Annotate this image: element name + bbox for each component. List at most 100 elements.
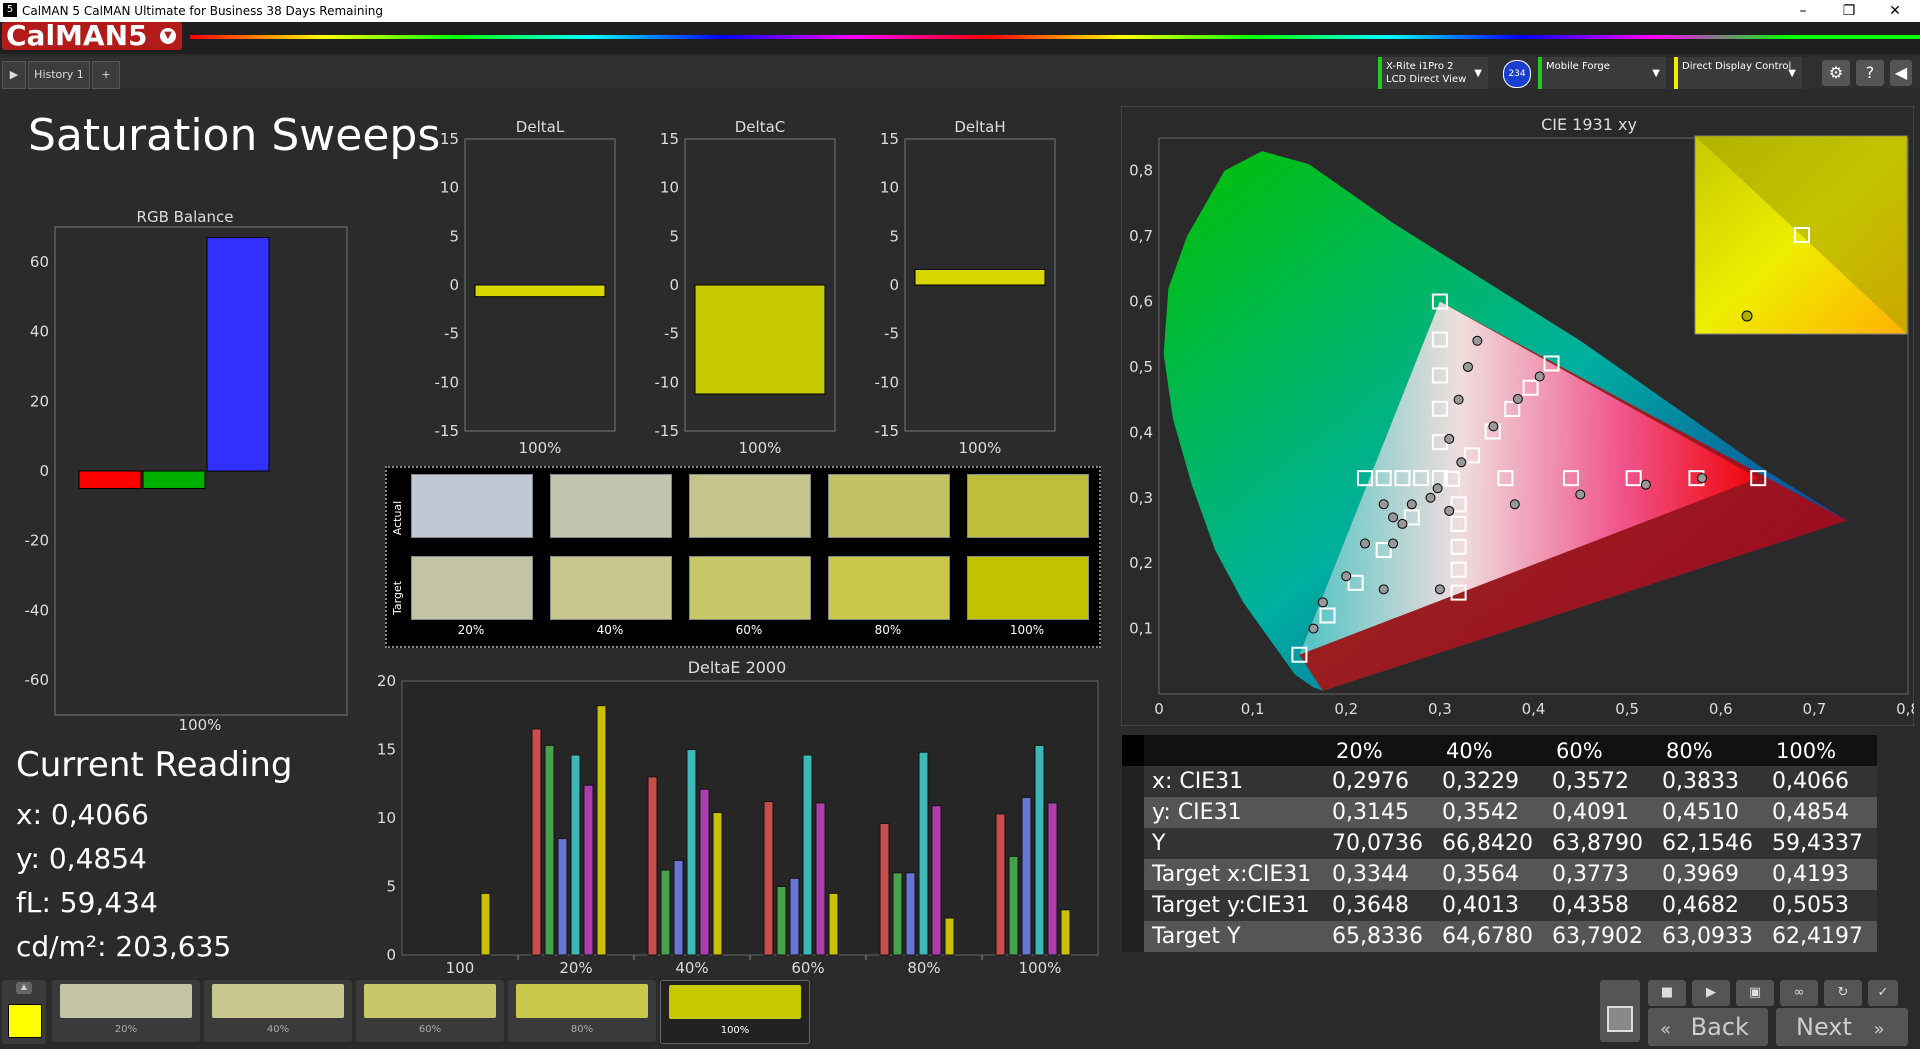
display-name: Direct Display Control — [1682, 61, 1792, 72]
cie-measured-marker — [1434, 584, 1445, 595]
display-selector[interactable]: Direct Display Control ▼ — [1674, 57, 1802, 89]
deltae-bar — [1060, 909, 1071, 956]
deltae-y-tick: 5 — [386, 878, 396, 896]
step-swatch-60[interactable]: 60% — [356, 980, 504, 1042]
logo-text: CalMAN5 — [6, 19, 148, 52]
step-swatch-20[interactable]: 20% — [52, 980, 200, 1042]
table-row: Target y:CIE31 0,3648 0,4013 0,4358 0,4682 0,… — [1122, 890, 1877, 921]
cie-x-tick: 0,1 — [1241, 700, 1265, 718]
stop-icon[interactable]: ■ — [1648, 980, 1686, 1006]
minimize-button[interactable]: – — [1780, 1, 1826, 21]
delta-y-tick: -10 — [655, 373, 680, 391]
expand-icon[interactable]: ▲ — [16, 982, 32, 994]
swatch-step-label: 20% — [457, 623, 485, 637]
calman-logo-menu[interactable]: CalMAN5 ▼ — [2, 22, 182, 50]
gear-icon[interactable]: ⚙ — [1822, 60, 1850, 86]
actual-swatch-20 — [411, 474, 533, 538]
table-cell: 0,4091 — [1552, 800, 1629, 825]
deltae-bar — [570, 754, 581, 956]
deltae-bar — [557, 838, 568, 956]
rgb-y-tick: -20 — [25, 532, 50, 550]
cie-y-tick: 0,2 — [1129, 554, 1153, 572]
refresh-icon[interactable]: ↻ — [1824, 980, 1862, 1006]
row-label: Y — [1152, 831, 1166, 856]
check-icon[interactable]: ✓ — [1868, 980, 1898, 1006]
loop-icon[interactable]: ∞ — [1780, 980, 1818, 1006]
deltae-bar — [879, 822, 890, 956]
meter-mode: LCD Direct View — [1386, 74, 1467, 85]
chevron-left-icon[interactable]: ◀ — [1890, 60, 1912, 86]
delta-y-tick: 10 — [880, 179, 899, 197]
rgb-bar — [78, 470, 142, 489]
table-cell: 0,3542 — [1442, 800, 1519, 825]
source-selector[interactable]: Mobile Forge ▼ — [1538, 57, 1666, 89]
table-cell: 63,7902 — [1552, 924, 1643, 949]
cie-x-tick: 0,2 — [1334, 700, 1358, 718]
target-swatch-100 — [967, 556, 1089, 620]
next-button[interactable]: Next » — [1776, 1008, 1908, 1046]
cie-measured-marker — [1697, 473, 1708, 484]
row-label: Target Y — [1152, 924, 1241, 949]
deltae-bar — [892, 872, 903, 956]
table-cell: 0,5053 — [1772, 893, 1849, 918]
table-cell: 0,4358 — [1552, 893, 1629, 918]
step-swatch-80[interactable]: 80% — [508, 980, 656, 1042]
display-toggle-button[interactable] — [1600, 980, 1640, 1042]
delta-bar — [694, 284, 826, 395]
delta-title: DeltaL — [516, 118, 565, 136]
current-color-panel: ▲ — [2, 980, 46, 1044]
delta-y-tick: -15 — [655, 422, 680, 440]
cie-measured-marker — [1453, 394, 1464, 405]
target-label-box: Target — [391, 568, 407, 628]
deltae-bar — [828, 892, 839, 956]
back-button[interactable]: « Back — [1648, 1008, 1768, 1046]
restore-button[interactable]: ❐ — [1826, 1, 1872, 21]
rgb-category-label: 100% — [179, 716, 222, 734]
table-row: Target x:CIE31 0,3344 0,3564 0,3773 0,3969 0,… — [1122, 859, 1877, 890]
col-header: 80% — [1666, 739, 1713, 763]
row-label: Target y:CIE31 — [1152, 893, 1310, 918]
table-row: Y 70,0736 66,8420 63,8790 62,1546 59,4337 — [1122, 828, 1877, 859]
cie-y-tick: 0,7 — [1129, 227, 1153, 245]
close-button[interactable]: ✕ — [1872, 1, 1918, 21]
help-icon[interactable]: ? — [1856, 60, 1884, 86]
rgb-bar — [206, 236, 270, 472]
deltae-x-tick: 40% — [675, 959, 708, 975]
table-row: x: CIE31 0,2976 0,3229 0,3572 0,3833 0,4066 — [1122, 766, 1877, 797]
swatch-step-label: 60% — [735, 623, 763, 637]
cie-measured-marker — [1512, 393, 1523, 404]
cie-measured-marker — [1444, 505, 1455, 516]
rgb-ticks: 60 40 20 0 -20 -40 -60 — [25, 253, 50, 689]
delta-y-tick: 0 — [889, 276, 899, 294]
delta-y-tick: 10 — [660, 179, 679, 197]
cie-x-tick: 0,6 — [1709, 700, 1733, 718]
actual-label-box: Actual — [391, 488, 407, 548]
save-icon[interactable]: ▣ — [1736, 980, 1774, 1006]
reading-cdm2: cd/m²: 203,635 — [16, 930, 232, 963]
deltae-bar — [673, 859, 684, 956]
tab-history-1[interactable]: History 1 — [28, 61, 90, 89]
deltae-plot-area — [401, 680, 1099, 956]
step-swatch-100[interactable]: 100% — [660, 980, 810, 1044]
deltae-chart: DeltaE 2000 20 15 10 5 0 100 20% 40% 60% 80% 100% — [377, 658, 1099, 975]
meter-badge[interactable]: 234 — [1503, 60, 1531, 88]
delta-y-tick: 5 — [889, 227, 899, 245]
table-cell: 0,4854 — [1772, 800, 1849, 825]
add-tab-button[interactable]: + — [92, 61, 120, 89]
step-swatch-40[interactable]: 40% — [204, 980, 352, 1042]
swatch-step-label: 80% — [874, 623, 902, 637]
rgb-balance-chart: RGB Balance 60 40 20 0 -20 -40 -60 100% — [25, 208, 348, 734]
cie-y-tick: 0,5 — [1129, 358, 1153, 376]
display-status-bar — [1674, 57, 1678, 89]
delta-y-tick: 10 — [440, 179, 459, 197]
rgb-y-tick: -40 — [25, 601, 50, 619]
play-icon[interactable]: ▶ — [2, 61, 26, 89]
table-cell: 0,3773 — [1552, 862, 1629, 887]
play-icon[interactable]: ▶ — [1692, 980, 1730, 1006]
meter-selector[interactable]: X-Rite i1Pro 2 LCD Direct View ▼ — [1378, 57, 1488, 89]
table-cell: 0,4066 — [1772, 769, 1849, 794]
deltae-bar — [544, 744, 555, 956]
cie-y-tick: 0,3 — [1129, 489, 1153, 507]
delta-y-tick: -5 — [884, 325, 899, 343]
chevron-down-icon: ▼ — [160, 28, 176, 44]
